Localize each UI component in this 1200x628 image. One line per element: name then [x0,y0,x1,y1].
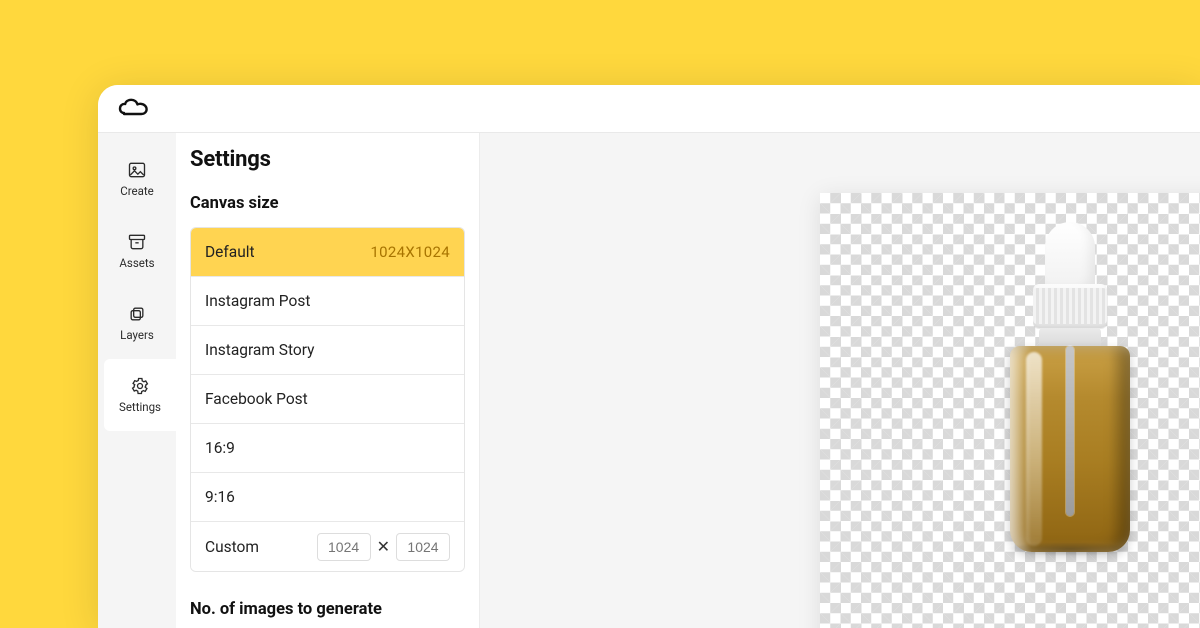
app-window: Create Assets Layers Settings [98,85,1200,628]
rail-item-create[interactable]: Create [98,143,176,215]
rail-item-layers[interactable]: Layers [98,287,176,359]
custom-width-input[interactable] [317,533,371,561]
size-option-label: Custom [205,538,259,556]
size-option-label: 9:16 [205,488,235,506]
cloud-logo-icon [118,98,152,120]
rail-item-label: Layers [120,328,154,342]
size-option-default[interactable]: Default 1024X1024 [191,228,464,277]
size-option-facebook-post[interactable]: Facebook Post [191,375,464,424]
custom-size-inputs: ✕ [317,533,450,561]
canvas-size-list: Default 1024X1024 Instagram Post Instagr… [190,227,465,572]
gear-icon [130,376,150,396]
size-option-label: Facebook Post [205,390,308,408]
left-rail: Create Assets Layers Settings [98,133,176,628]
size-option-label: Instagram Story [205,341,314,359]
canvas-size-label: Canvas size [190,194,465,213]
size-option-dims: 1024X1024 [370,243,450,261]
rail-item-assets[interactable]: Assets [98,215,176,287]
rail-item-label: Settings [119,400,161,414]
canvas-area[interactable] [480,133,1200,628]
app-body: Create Assets Layers Settings [98,133,1200,628]
rail-item-label: Assets [119,256,154,270]
size-option-label: Instagram Post [205,292,310,310]
size-option-label: 16:9 [205,439,235,457]
layers-icon [127,304,147,324]
settings-panel: Settings Canvas size Default 1024X1024 I… [176,133,480,628]
size-option-label: Default [205,243,255,261]
topbar [98,85,1200,133]
num-images-label: No. of images to generate [190,600,465,619]
rail-item-settings[interactable]: Settings [104,359,176,431]
size-option-instagram-story[interactable]: Instagram Story [191,326,464,375]
custom-height-input[interactable] [396,533,450,561]
size-option-custom[interactable]: Custom ✕ [191,522,464,571]
artboard[interactable] [820,193,1200,628]
size-option-9-16[interactable]: 9:16 [191,473,464,522]
rail-item-label: Create [120,184,154,198]
size-option-instagram-post[interactable]: Instagram Post [191,277,464,326]
archive-icon [127,232,147,252]
size-option-16-9[interactable]: 16:9 [191,424,464,473]
panel-title: Settings [190,147,465,172]
dimension-separator: ✕ [377,537,390,556]
image-icon [127,160,147,180]
product-image[interactable] [997,222,1143,552]
